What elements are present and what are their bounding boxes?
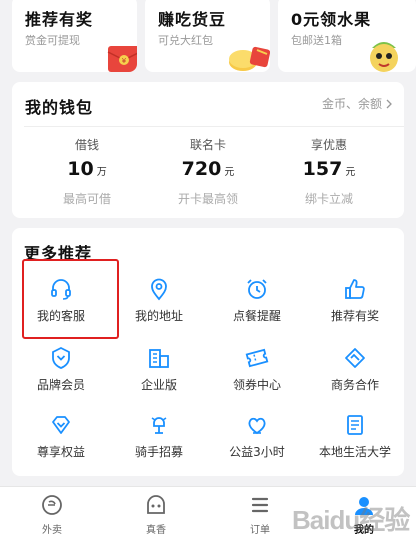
handshake-icon [345, 348, 365, 368]
grid-item-label: 公益3小时 [229, 445, 285, 459]
wallet-item-unit: 万 [96, 167, 107, 178]
promo-subtitle: 包邮送1箱 [291, 34, 342, 47]
wallet-item-discount[interactable]: 享优惠 157 元 绑卡立减 [274, 136, 384, 207]
tab-label: 真香 [146, 525, 166, 536]
list-icon [251, 497, 269, 513]
tab-takeout[interactable]: 外卖 [0, 487, 104, 550]
grid-item-label: 本地生活大学 [318, 445, 391, 459]
promo-title: 赚吃货豆 [158, 10, 227, 29]
shield-chevron-icon [52, 346, 70, 369]
promo-subtitle: 可兑大红包 [158, 34, 213, 47]
grid-item-enterprise[interactable]: 企业版 [110, 346, 208, 406]
wallet-item-card[interactable]: 联名卡 720 元 开卡最高领 [153, 136, 263, 207]
rider-icon [151, 417, 167, 434]
svg-text:¥: ¥ [122, 57, 127, 65]
red-envelope-icon: ¥ [107, 46, 137, 72]
grid-item-label: 我的地址 [134, 309, 183, 323]
wallet-more-label: 金币、余额 [321, 97, 382, 111]
grid-item-meal-reminder[interactable]: 点餐提醒 [208, 277, 306, 337]
wallet-more-link[interactable]: 金币、余额 [322, 95, 392, 112]
fruit-mascot-icon [370, 42, 398, 72]
grid-item-rider-recruit[interactable]: 骑手招募 [110, 413, 208, 473]
watermark: Baidu经验 [292, 505, 410, 535]
mascot-face-icon [147, 495, 165, 514]
promo-card-fruit[interactable]: 0元领水果 包邮送1箱 [278, 0, 416, 72]
coins-icon [229, 46, 270, 71]
promo-row: 推荐有奖 赏金可提现 ¥ 赚吃货豆 可兑大红包 0元领水果 包邮送1箱 [0, 0, 416, 72]
grid-item-charity[interactable]: 公益3小时 [208, 413, 306, 473]
promo-card-beans[interactable]: 赚吃货豆 可兑大红包 [145, 0, 270, 72]
wallet-title: 我的钱包 [25, 98, 94, 117]
tab-label: 外卖 [42, 525, 62, 536]
grid-item-label: 企业版 [140, 378, 177, 392]
wallet-card: 我的钱包 金币、余额 借钱 10 万 最高可借 联名卡 720 元 开卡最高领 … [12, 82, 404, 218]
wallet-item-unit: 元 [224, 167, 235, 178]
diamond-icon [52, 416, 70, 434]
building-icon [149, 349, 169, 368]
chevron-right-icon [386, 99, 392, 108]
grid-item-label: 尊享权益 [36, 445, 85, 459]
wallet-item-value: 10 [67, 158, 94, 180]
promo-title: 推荐有奖 [25, 10, 94, 29]
wallet-item-label: 享优惠 [310, 138, 347, 152]
wallet-item-loan[interactable]: 借钱 10 万 最高可借 [32, 136, 142, 207]
promo-title: 0元领水果 [291, 10, 372, 29]
ticket-icon [245, 348, 269, 368]
promo-card-referral[interactable]: 推荐有奖 赏金可提现 ¥ [12, 0, 137, 72]
heart-hand-icon [248, 417, 266, 435]
book-icon [347, 415, 363, 435]
eleme-logo-icon [42, 495, 62, 515]
grid-item-label: 点餐提醒 [232, 309, 281, 323]
tab-zhenxiang[interactable]: 真香 [104, 487, 208, 550]
wallet-item-unit: 元 [345, 167, 356, 178]
wallet-item-value: 720 [181, 158, 222, 180]
grid-item-address[interactable]: 我的地址 [110, 277, 208, 337]
wallet-item-value: 157 [302, 158, 343, 180]
wallet-item-desc: 绑卡立减 [304, 192, 353, 206]
highlight-box [22, 259, 119, 339]
divider [24, 126, 404, 127]
grid-item-label: 领券中心 [232, 378, 281, 392]
wallet-item-desc: 最高可借 [62, 192, 111, 206]
grid-item-premium-rights[interactable]: 尊享权益 [12, 413, 110, 473]
alarm-clock-icon [247, 279, 267, 299]
grid-item-local-university[interactable]: 本地生活大学 [306, 413, 404, 473]
grid-item-brand-member[interactable]: 品牌会员 [12, 346, 110, 406]
grid-item-referral[interactable]: 推荐有奖 [306, 277, 404, 337]
grid-item-label: 商务合作 [330, 378, 379, 392]
thumbs-up-icon [345, 279, 365, 299]
wallet-item-desc: 开卡最高领 [177, 192, 238, 206]
promo-subtitle: 赏金可提现 [25, 34, 80, 47]
grid-item-label: 品牌会员 [36, 378, 85, 392]
grid-item-label: 推荐有奖 [330, 309, 379, 323]
grid-item-label: 骑手招募 [134, 445, 183, 459]
location-pin-icon [151, 278, 167, 301]
grid-item-coupon-center[interactable]: 领券中心 [208, 346, 306, 406]
wallet-item-label: 借钱 [74, 138, 99, 152]
wallet-item-label: 联名卡 [189, 138, 226, 152]
grid-item-business[interactable]: 商务合作 [306, 346, 404, 406]
